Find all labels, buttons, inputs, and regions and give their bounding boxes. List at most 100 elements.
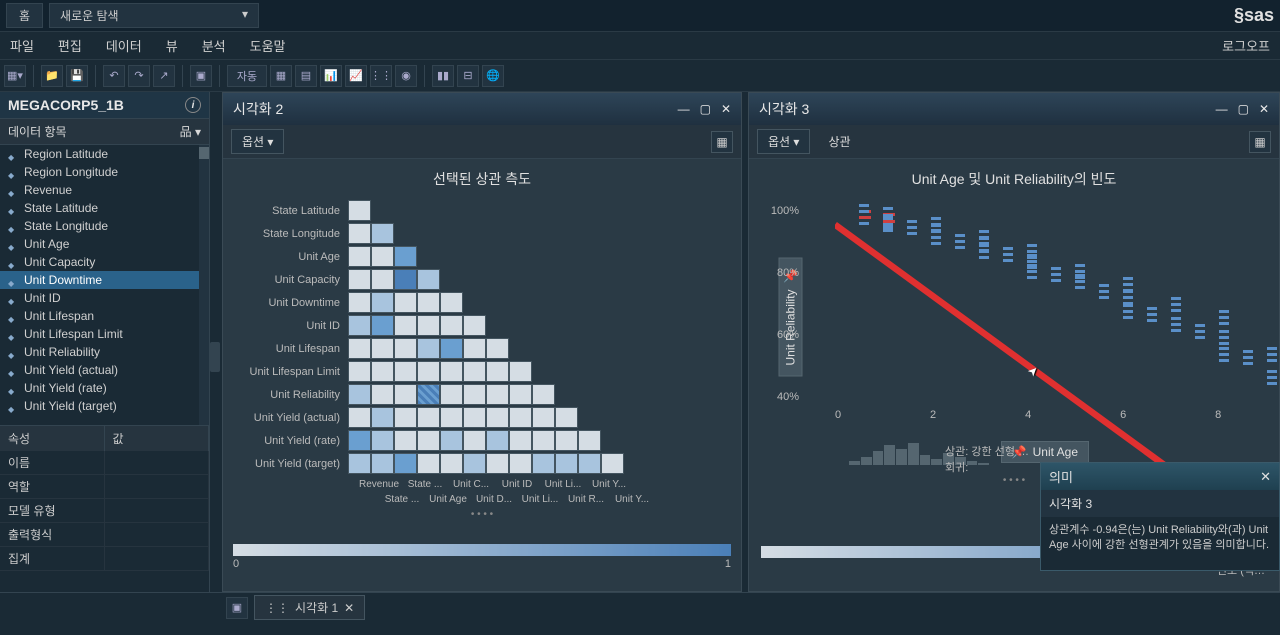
corr-cell[interactable] [394,338,417,359]
data-point[interactable] [1219,342,1229,345]
close-tab-icon[interactable]: ✕ [344,601,354,615]
data-point[interactable] [931,230,941,233]
histogram-icon[interactable]: ▮▮ [432,65,454,87]
data-point[interactable] [1051,267,1061,270]
data-point[interactable] [1243,362,1253,365]
data-item[interactable]: Unit Yield (actual) [0,361,209,379]
data-point[interactable] [1219,322,1229,325]
data-point[interactable] [979,244,989,247]
corr-cell[interactable] [509,430,532,451]
data-point[interactable] [1171,323,1181,326]
boxplot-icon[interactable]: ⊟ [457,65,479,87]
corr-cell[interactable] [440,361,463,382]
data-point[interactable] [859,216,871,219]
data-item[interactable]: Unit Yield (target) [0,397,209,415]
close-icon[interactable]: ✕ [1260,469,1271,485]
data-point[interactable] [1075,286,1085,289]
data-point[interactable] [1171,297,1181,300]
data-point[interactable] [1219,353,1229,356]
tab-viz1[interactable]: ⋮⋮ 시각화 1 ✕ [254,595,365,620]
data-point[interactable] [1003,253,1013,256]
corr-cell[interactable] [555,407,578,428]
corr-cell[interactable] [394,269,417,290]
data-point[interactable] [1123,316,1133,319]
corr-cell[interactable] [417,338,440,359]
props-row[interactable]: 역할 [0,475,209,499]
corr-cell[interactable] [371,246,394,267]
data-item[interactable]: Unit Capacity [0,253,209,271]
auto-button[interactable]: 자동 [227,65,267,87]
data-point[interactable] [955,234,965,237]
corr-cell[interactable] [348,200,371,221]
menu-file[interactable]: 파일 [10,36,34,55]
corr-cell[interactable] [440,407,463,428]
close-icon[interactable]: ✕ [1259,102,1269,116]
menu-help[interactable]: 도움말 [250,36,286,55]
data-point[interactable] [1027,264,1037,267]
data-point[interactable] [1147,307,1157,310]
corr-cell[interactable] [417,453,440,474]
data-items-list[interactable]: Region LatitudeRegion LongitudeRevenueSt… [0,145,209,425]
data-point[interactable] [955,246,965,249]
data-item[interactable]: Unit Lifespan [0,307,209,325]
export-icon[interactable]: ↗ [153,65,175,87]
corr-cell[interactable] [371,407,394,428]
data-point[interactable] [1147,319,1157,322]
save-icon[interactable]: 💾 [66,65,88,87]
scrollbar-thumb[interactable] [199,145,209,425]
corr-cell[interactable] [463,430,486,451]
data-point[interactable] [1171,317,1181,320]
data-point[interactable] [1075,280,1085,283]
corr-cell[interactable] [440,430,463,451]
corr-cell[interactable] [463,384,486,405]
menu-analyze[interactable]: 분석 [202,36,226,55]
info-icon[interactable]: i [185,97,201,113]
data-point[interactable] [1027,244,1037,247]
corr-cell[interactable] [371,292,394,313]
corr-cell[interactable] [348,292,371,313]
viz3-options-button[interactable]: 옵션 ▾ [757,129,810,154]
corr-cell[interactable] [532,430,555,451]
correlation-matrix[interactable]: State LatitudeState LongitudeUnit AgeUni… [223,195,741,505]
corr-cell[interactable] [394,292,417,313]
corr-cell[interactable] [348,384,371,405]
close-icon[interactable]: ✕ [721,102,731,116]
data-point[interactable] [1099,290,1109,293]
fullscreen-icon[interactable]: ▣ [190,65,212,87]
data-point[interactable] [979,237,989,240]
data-item[interactable]: Unit ID [0,289,209,307]
corr-cell[interactable] [440,292,463,313]
data-point[interactable] [1051,273,1061,276]
data-point[interactable] [931,224,941,227]
data-item[interactable]: Unit Lifespan Limit [0,325,209,343]
data-item[interactable]: Region Latitude [0,145,209,163]
corr-cell[interactable] [463,361,486,382]
data-point[interactable] [1075,274,1085,277]
splitter-handle[interactable] [210,342,220,372]
corr-cell[interactable] [440,384,463,405]
menu-data[interactable]: 데이터 [106,36,142,55]
grid-dropdown-icon[interactable]: ▦▾ [4,65,26,87]
data-point[interactable] [1099,284,1109,287]
data-point[interactable] [1075,270,1085,273]
data-point[interactable] [931,217,941,220]
data-point[interactable] [979,250,989,253]
data-point[interactable] [1123,304,1133,307]
corr-cell[interactable] [509,407,532,428]
corr-cell[interactable] [463,453,486,474]
data-point[interactable] [1267,370,1277,373]
corr-cell[interactable] [348,223,371,244]
corr-cell[interactable] [348,453,371,474]
trellis-icon[interactable]: ▦ [1249,131,1271,153]
corr-cell[interactable] [509,361,532,382]
corr-cell[interactable] [601,453,624,474]
data-item[interactable]: Unit Age [0,235,209,253]
line-chart-icon[interactable]: 📈 [345,65,367,87]
data-point[interactable] [1027,270,1037,273]
data-point[interactable] [1219,330,1229,333]
corr-cell[interactable] [555,430,578,451]
data-point[interactable] [1003,247,1013,250]
corr-cell[interactable] [417,292,440,313]
corr-cell[interactable] [417,269,440,290]
corr-cell[interactable] [371,269,394,290]
